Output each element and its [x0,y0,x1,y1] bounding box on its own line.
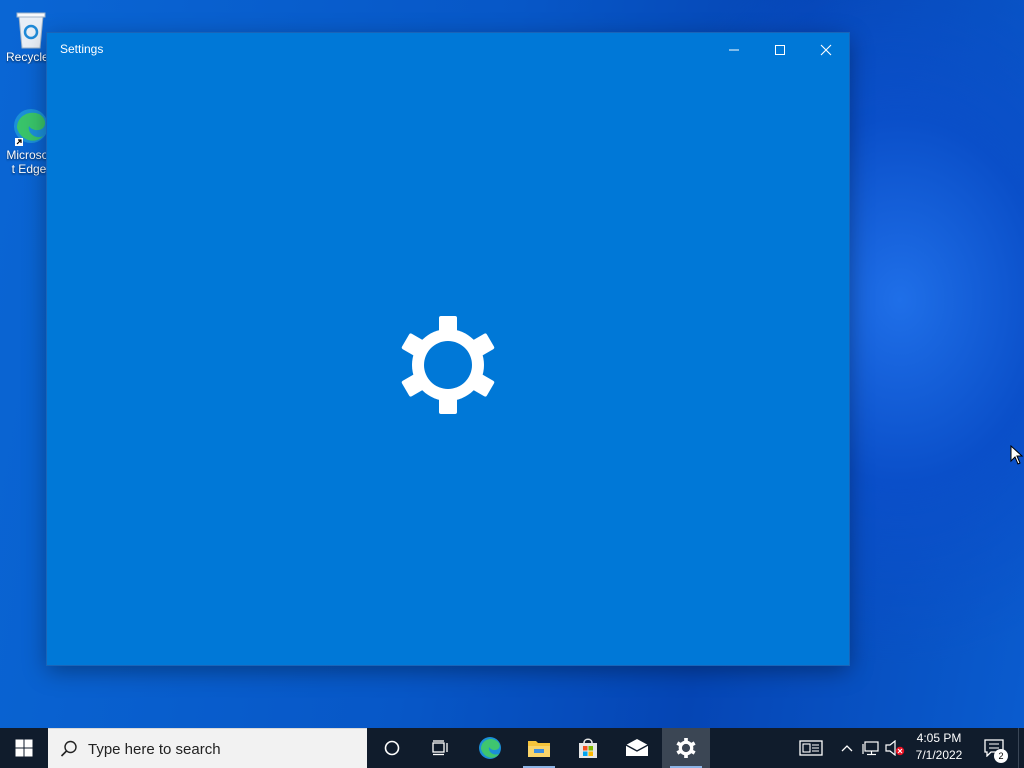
news-icon [799,740,823,756]
news-button[interactable] [796,728,826,768]
title-bar[interactable]: Settings [47,33,849,65]
taskbar-edge-button[interactable] [466,728,514,768]
store-button[interactable] [564,728,612,768]
chevron-up-icon [841,745,853,752]
taskbar-settings-button[interactable] [662,728,710,768]
clock-time: 4:05 PM [916,731,962,745]
show-hidden-icons-button[interactable] [838,728,856,768]
minimize-button[interactable] [710,33,756,65]
maximize-button[interactable] [756,33,802,65]
task-view-icon [432,740,448,756]
mail-icon [625,739,649,756]
store-icon [579,738,597,758]
settings-icon [676,738,696,758]
notification-badge: 2 [994,749,1008,763]
minimize-icon [729,49,739,51]
window-title: Settings [60,42,104,56]
file-explorer-icon [528,741,550,757]
network-button[interactable] [860,728,882,768]
show-desktop-button[interactable] [1018,728,1024,768]
desktop-icon-edge[interactable]: Microsoft Edge [6,106,52,176]
volume-muted-icon [885,740,905,756]
close-icon [820,44,832,56]
settings-window[interactable]: Settings [47,33,849,665]
maximize-icon [775,45,785,55]
start-icon [15,739,33,757]
close-button[interactable] [802,33,848,65]
clock-date: 7/1/2022 [915,748,963,762]
mail-button[interactable] [613,728,661,768]
cortana-icon [384,740,400,756]
search-icon [60,740,77,757]
action-center-button[interactable] [976,728,1012,768]
recycle-bin-icon [11,8,51,49]
task-view-button[interactable] [416,728,464,768]
start-button[interactable] [0,728,48,768]
edge-icon [9,106,49,146]
cortana-button[interactable] [368,728,416,768]
network-icon [862,741,879,756]
clock[interactable]: 4:05 PM 7/1/2022 [908,730,970,764]
search-box[interactable]: Type here to search [48,728,367,768]
edge-label: Microsoft Edge [6,148,52,176]
gear-icon [399,316,497,414]
mouse-cursor-icon [1010,445,1024,465]
file-explorer-button[interactable] [515,728,563,768]
taskbar: Type here to search 4:05 PM 7/1/2022 [0,728,1024,768]
volume-button[interactable] [884,728,906,768]
edge-icon [479,737,501,759]
search-placeholder: Type here to search [88,741,221,758]
